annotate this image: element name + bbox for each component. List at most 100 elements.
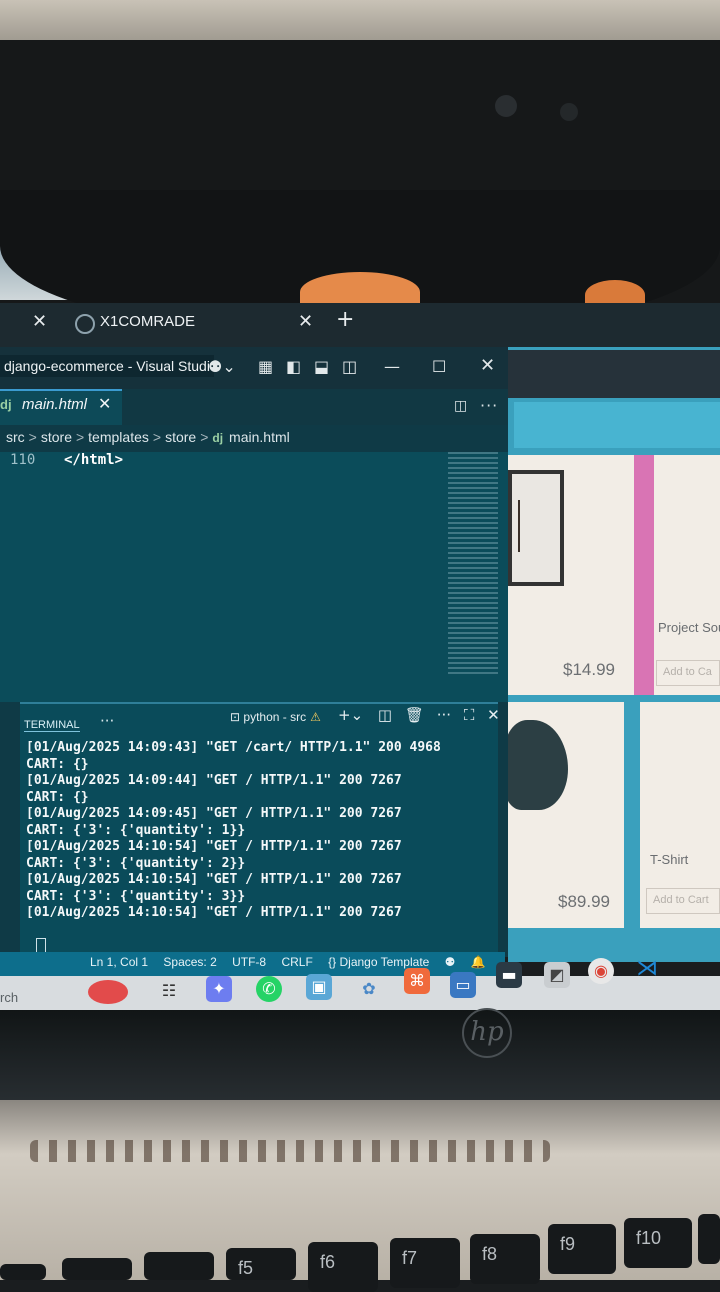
- terminal-line: [01/Aug/2025 14:10:54] "GET / HTTP/1.1" …: [26, 905, 402, 920]
- breadcrumb-item[interactable]: store: [165, 429, 196, 445]
- key-f9[interactable]: f9: [548, 1224, 616, 1274]
- key-f7[interactable]: f7: [390, 1238, 460, 1288]
- copilot-app-icon[interactable]: ✦: [206, 976, 232, 1002]
- product-price: $89.99: [558, 892, 610, 911]
- chrome-icon[interactable]: ◉: [588, 958, 614, 984]
- terminal-line: [01/Aug/2025 14:09:43] "GET /cart/ HTTP/…: [26, 740, 441, 755]
- key-f10[interactable]: f10: [624, 1218, 692, 1268]
- trash-icon[interactable]: 🗑: [405, 706, 424, 724]
- search-highlight-icon: [88, 980, 128, 1004]
- add-to-cart-button[interactable]: Add to Cart: [646, 888, 720, 914]
- terminal-line: CART: {'3': {'quantity': 3}}: [26, 888, 246, 904]
- language-mode[interactable]: {} Django Template: [328, 955, 429, 969]
- product-image-tree: [518, 500, 546, 552]
- terminal-profile-label: python - src: [243, 710, 307, 724]
- terminal-line: [01/Aug/2025 14:09:45] "GET / HTTP/1.1" …: [26, 806, 402, 821]
- office-app-icon[interactable]: ⌘: [404, 968, 430, 994]
- terminal-line: [01/Aug/2025 14:10:54] "GET / HTTP/1.1" …: [26, 872, 402, 887]
- cursor-position[interactable]: Ln 1, Col 1: [90, 955, 148, 969]
- function-key-row: f5 f6 f7 f8 f9 f10: [0, 1210, 720, 1292]
- keyboard-key[interactable]: [144, 1252, 214, 1280]
- layout-icon[interactable]: ▦: [258, 357, 273, 376]
- django-file-icon: dj: [0, 397, 12, 412]
- more-actions-icon[interactable]: ···: [100, 712, 114, 730]
- add-to-cart-button[interactable]: Add to Ca: [656, 660, 720, 686]
- breadcrumb-item[interactable]: store: [41, 429, 72, 445]
- keyboard-key[interactable]: [0, 1264, 46, 1280]
- minimap[interactable]: [448, 452, 498, 677]
- split-terminal-icon[interactable]: ◫: [378, 706, 392, 724]
- laptop-hinge: [0, 1010, 720, 1110]
- vscode-app-icon[interactable]: ⋊: [634, 956, 660, 982]
- more-actions-icon[interactable]: ···: [480, 396, 498, 415]
- new-tab-icon[interactable]: +: [336, 307, 354, 332]
- chevron-right-icon: >: [28, 429, 37, 445]
- terminal-line: CART: {}: [26, 789, 89, 805]
- browser-header: [508, 350, 720, 398]
- warning-icon: ⚠: [310, 710, 321, 724]
- card-divider: [634, 455, 654, 695]
- browser-tab-title[interactable]: X1COMRADE: [100, 313, 195, 330]
- line-number: 110: [10, 452, 36, 468]
- breadcrumb-item[interactable]: main.html: [229, 429, 290, 445]
- code-editor[interactable]: [0, 452, 508, 702]
- code-line[interactable]: </html>: [64, 452, 123, 468]
- chevron-right-icon: >: [152, 429, 162, 445]
- terminal-actions: +⌄ ◫ 🗑 ··· ⛶ ✕: [338, 706, 500, 724]
- terminal-line: CART: {}: [26, 756, 89, 772]
- product-price: $14.99: [563, 660, 615, 679]
- key-f6[interactable]: f6: [308, 1242, 378, 1292]
- terminal-line: CART: {'3': {'quantity': 1}}: [26, 822, 246, 838]
- editor-tab-label[interactable]: main.html: [22, 396, 87, 413]
- maximize-icon[interactable]: ☐: [432, 357, 446, 376]
- terminal-tab[interactable]: TERMINAL: [24, 719, 80, 732]
- terminal-app-icon[interactable]: ▬: [496, 962, 522, 988]
- taskbar-search[interactable]: rch: [0, 990, 18, 1005]
- toggle-sidebar-icon[interactable]: ◧: [286, 357, 301, 376]
- whatsapp-icon[interactable]: ✆: [256, 976, 282, 1002]
- split-editor-icon[interactable]: ◫: [454, 398, 467, 414]
- close-panel-icon[interactable]: ✕: [487, 706, 500, 724]
- copilot-icon[interactable]: ⚉⌄: [208, 357, 236, 376]
- encoding[interactable]: UTF-8: [232, 955, 266, 969]
- key-f8[interactable]: f8: [470, 1234, 540, 1284]
- django-file-icon: dj: [212, 431, 224, 445]
- tab-favicon-icon: [75, 314, 95, 334]
- task-view-icon[interactable]: ☷: [156, 978, 182, 1004]
- maximize-panel-icon[interactable]: ⛶: [464, 706, 475, 724]
- breadcrumb-item[interactable]: templates: [88, 429, 149, 445]
- key-f5[interactable]: f5: [226, 1248, 296, 1280]
- terminal-line: [01/Aug/2025 14:10:54] "GET / HTTP/1.1" …: [26, 839, 402, 854]
- close-editor-tab-icon[interactable]: ✕: [98, 394, 111, 413]
- more-actions-icon[interactable]: ···: [437, 706, 451, 724]
- toggle-panel-icon[interactable]: ⬓: [314, 357, 329, 376]
- new-terminal-icon[interactable]: +⌄: [338, 706, 363, 724]
- app-icon[interactable]: ✿: [356, 976, 382, 1002]
- close-tab-icon[interactable]: ✕: [298, 311, 313, 332]
- explorer-icon[interactable]: ▭: [450, 972, 476, 998]
- copilot-status-icon[interactable]: ⚉: [445, 955, 456, 969]
- keyboard-key[interactable]: [62, 1258, 132, 1280]
- breadcrumb-item[interactable]: src: [6, 429, 25, 445]
- indentation[interactable]: Spaces: 2: [163, 955, 216, 969]
- breadcrumb: src > store > templates > store > dj main.html: [6, 429, 290, 445]
- line-ending[interactable]: CRLF: [281, 955, 312, 969]
- product-name: T-Shirt: [650, 852, 689, 867]
- photos-icon[interactable]: ◩: [544, 962, 570, 988]
- terminal-profile[interactable]: ⊡ python - src ⚠: [230, 710, 321, 724]
- terminal-output: [01/Aug/2025 14:09:43] "GET /cart/ HTTP/…: [26, 740, 441, 922]
- terminal-icon: ⊡: [230, 710, 244, 724]
- terminal-line: CART: {'3': {'quantity': 2}}: [26, 855, 246, 871]
- notifications-icon[interactable]: 🔔: [471, 955, 486, 969]
- minimize-icon[interactable]: —: [384, 357, 400, 376]
- terminal-line: [01/Aug/2025 14:09:44] "GET / HTTP/1.1" …: [26, 773, 402, 788]
- close-tab-icon[interactable]: ✕: [32, 311, 47, 332]
- store-app-icon[interactable]: ▣: [306, 974, 332, 1000]
- chevron-right-icon: >: [75, 429, 85, 445]
- webcam: [495, 95, 517, 117]
- close-window-icon[interactable]: ✕: [480, 355, 495, 376]
- hp-logo: hp: [462, 1008, 512, 1058]
- toggle-secondary-sidebar-icon[interactable]: ◫: [342, 357, 357, 376]
- keyboard-key[interactable]: [698, 1214, 720, 1264]
- store-navbar: [514, 402, 720, 448]
